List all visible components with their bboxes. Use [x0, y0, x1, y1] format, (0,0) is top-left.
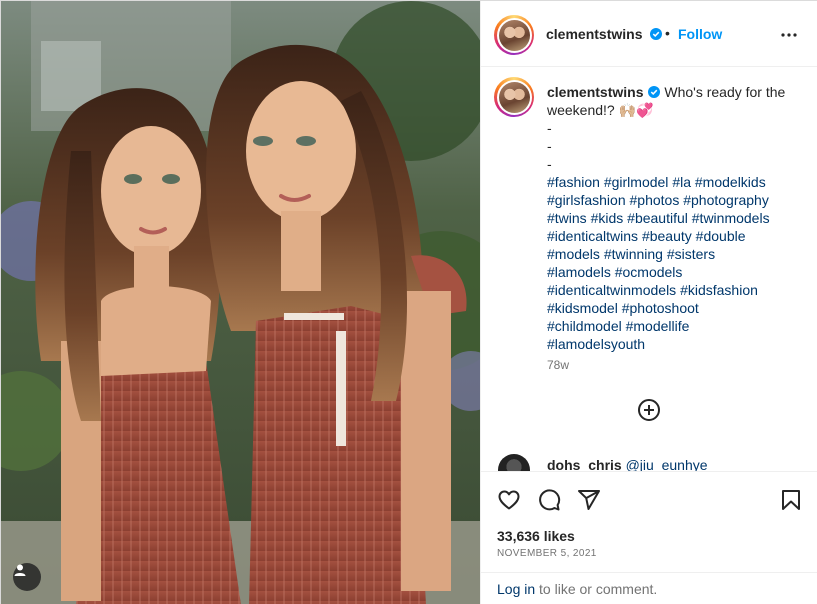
hashtag-link[interactable]: #kids — [591, 210, 624, 226]
hashtag-link[interactable]: #kidsmodel — [547, 300, 618, 316]
hashtag-link[interactable]: #photoshoot — [622, 300, 699, 316]
hashtag-link[interactable]: #twinmodels — [692, 210, 770, 226]
caption-username[interactable]: clementstwins — [547, 84, 643, 100]
post-image[interactable] — [1, 1, 480, 604]
hashtag-link[interactable]: #sisters — [667, 246, 715, 262]
hashtag-link[interactable]: #beautiful — [627, 210, 688, 226]
share-icon[interactable] — [577, 488, 601, 512]
caption-dash: - — [547, 156, 552, 172]
post-side-panel: clementstwins • Follow clementstwins Who… — [480, 1, 817, 604]
hashtag-link[interactable]: #modelkids — [695, 174, 766, 190]
hashtag-link[interactable]: #girlmodel — [604, 174, 669, 190]
verified-badge-icon — [648, 86, 661, 98]
hashtag-link[interactable]: #photography — [683, 192, 769, 208]
comment-icon[interactable] — [537, 488, 561, 512]
caption-avatar[interactable] — [494, 77, 534, 117]
post-actions: 33,636 likes NOVEMBER 5, 2021 Log in to … — [481, 471, 817, 604]
post-header: clementstwins • Follow — [481, 1, 817, 67]
hashtag-link[interactable]: #modellife — [626, 318, 690, 334]
verified-badge-icon — [649, 28, 662, 40]
avatar-image — [498, 19, 530, 51]
hashtag-link[interactable]: #lamodelsyouth — [547, 336, 645, 352]
heart-icon[interactable] — [497, 488, 521, 512]
avatar-image — [498, 81, 530, 113]
hashtag-link[interactable]: #fashion — [547, 174, 600, 190]
hashtag-link[interactable]: #la — [672, 174, 691, 190]
plus-circle-icon[interactable] — [637, 398, 661, 422]
user-tag-icon — [14, 564, 26, 576]
hashtag-link[interactable]: #models — [547, 246, 600, 262]
post-caption: clementstwins Who's ready for the weeken… — [547, 83, 797, 353]
comment-mention[interactable]: @jiu_eunhye — [626, 457, 708, 471]
hashtag-link[interactable]: #identicaltwinmodels — [547, 282, 676, 298]
login-prompt: Log in to like or comment. — [481, 572, 817, 604]
follow-button[interactable]: Follow — [678, 26, 722, 42]
comment-avatar[interactable] — [498, 454, 530, 471]
caption-dash: - — [547, 120, 552, 136]
separator-dot: • — [665, 25, 670, 41]
likes-count[interactable]: 33,636 likes — [497, 528, 575, 544]
comments-section[interactable]: clementstwins Who's ready for the weeken… — [481, 67, 817, 471]
hashtag-link[interactable]: #girlsfashion — [547, 192, 626, 208]
hashtag-link[interactable]: #childmodel — [547, 318, 622, 334]
instagram-post: clementstwins • Follow clementstwins Who… — [0, 0, 817, 604]
hashtag-link[interactable]: #lamodels — [547, 264, 611, 280]
post-photo-illustration — [1, 1, 480, 604]
hashtag-link[interactable]: #double — [696, 228, 746, 244]
more-options-icon[interactable] — [777, 23, 801, 47]
hashtag-link[interactable]: #kidsfashion — [680, 282, 758, 298]
hashtag-list: #fashion #girlmodel #la #modelkids #girl… — [547, 173, 797, 353]
hashtag-link[interactable]: #ocmodels — [615, 264, 683, 280]
profile-avatar[interactable] — [494, 15, 534, 55]
login-link[interactable]: Log in — [497, 581, 535, 597]
caption-timestamp[interactable]: 78w — [547, 358, 569, 372]
hashtag-link[interactable]: #twins — [547, 210, 587, 226]
login-prompt-text: to like or comment. — [535, 581, 658, 597]
hashtag-link[interactable]: #photos — [630, 192, 680, 208]
hashtag-link[interactable]: #beauty — [642, 228, 692, 244]
post-date[interactable]: NOVEMBER 5, 2021 — [497, 548, 597, 559]
header-username[interactable]: clementstwins — [546, 26, 642, 42]
hashtag-link[interactable]: #twinning — [604, 246, 663, 262]
caption-dash: - — [547, 138, 552, 154]
comment-username[interactable]: dohs_chris — [547, 457, 622, 471]
tagged-users-button[interactable] — [13, 563, 41, 591]
bookmark-icon[interactable] — [779, 488, 803, 512]
hashtag-link[interactable]: #identicaltwins — [547, 228, 638, 244]
